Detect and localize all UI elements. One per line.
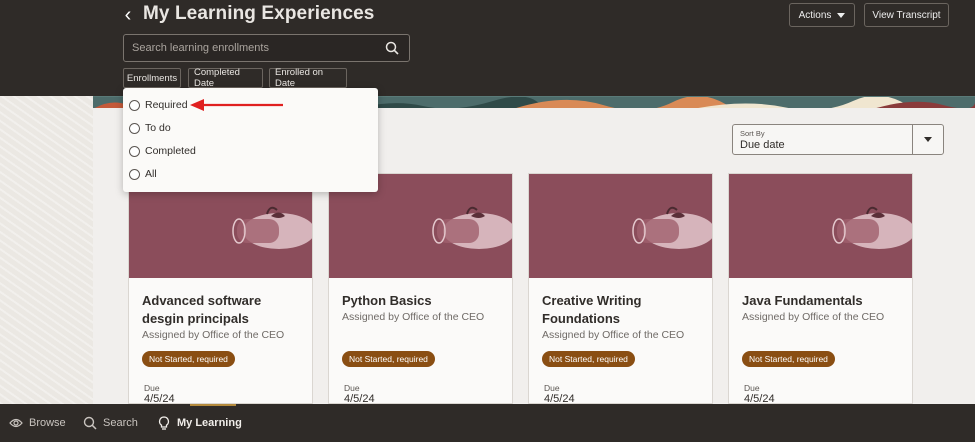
- option-completed[interactable]: Completed: [129, 142, 196, 160]
- nav-search[interactable]: Search: [83, 404, 138, 442]
- learning-card[interactable]: Python Basics Assigned by Office of the …: [328, 173, 513, 404]
- card-assigned-by: Assigned by Office of the CEO: [742, 311, 885, 323]
- option-label: To do: [145, 122, 171, 134]
- card-assigned-by: Assigned by Office of the CEO: [342, 311, 485, 323]
- radio-icon[interactable]: [129, 145, 140, 157]
- status-badge: Not Started, required: [342, 351, 435, 367]
- option-label: Completed: [145, 145, 196, 157]
- back-button[interactable]: ‹: [118, 4, 138, 26]
- background-pattern: [0, 96, 93, 404]
- filter-enrollments[interactable]: Enrollments: [123, 68, 181, 88]
- card-title[interactable]: Java Fundamentals: [742, 292, 902, 310]
- sort-divider: [912, 125, 913, 154]
- card-title[interactable]: Creative Writing Foundations: [542, 292, 702, 328]
- nav-my-learning[interactable]: My Learning: [157, 404, 242, 442]
- learning-card[interactable]: Creative Writing Foundations Assigned by…: [528, 173, 713, 404]
- filter-enrolled-on-date[interactable]: Enrolled on Date: [269, 67, 347, 89]
- sort-value: Due date: [740, 139, 785, 151]
- card-image: [529, 174, 712, 278]
- option-label: Required: [145, 99, 188, 111]
- page-header: ‹ My Learning Experiences Actions View T…: [0, 0, 975, 96]
- sort-by-select[interactable]: Sort By Due date: [732, 124, 944, 155]
- due-date: 4/5/24: [744, 393, 775, 404]
- radio-icon[interactable]: [129, 99, 140, 111]
- search-placeholder: Search learning enrollments: [132, 42, 269, 54]
- card-title[interactable]: Python Basics: [342, 292, 502, 310]
- apple-book-illustration: [632, 206, 712, 249]
- annotation-arrow-icon: [190, 99, 283, 111]
- card-image: [729, 174, 912, 278]
- eye-icon: [9, 418, 23, 428]
- apple-book-illustration: [832, 206, 912, 249]
- card-assigned-by: Assigned by Office of the CEO: [142, 329, 285, 341]
- search-input[interactable]: Search learning enrollments: [123, 34, 410, 62]
- status-badge: Not Started, required: [142, 351, 235, 367]
- nav-browse-label: Browse: [29, 417, 66, 429]
- option-all[interactable]: All: [129, 165, 157, 183]
- due-date: 4/5/24: [544, 393, 575, 404]
- search-icon: [83, 416, 97, 430]
- status-badge: Not Started, required: [742, 351, 835, 367]
- status-badge: Not Started, required: [542, 351, 635, 367]
- nav-search-label: Search: [103, 417, 138, 429]
- due-date: 4/5/24: [144, 393, 175, 404]
- lightbulb-icon: [158, 416, 170, 430]
- due-label: Due: [744, 383, 760, 393]
- due-label: Due: [544, 383, 560, 393]
- due-label: Due: [344, 383, 360, 393]
- sort-label: Sort By: [740, 129, 765, 138]
- option-to-do[interactable]: To do: [129, 119, 171, 137]
- nav-browse[interactable]: Browse: [9, 404, 66, 442]
- card-title[interactable]: Advanced software desgin principals: [142, 292, 302, 328]
- filter-completed-date[interactable]: Completed Date: [188, 67, 263, 89]
- option-label: All: [145, 168, 157, 180]
- bottom-navigation: Browse Search My Learning: [0, 404, 975, 442]
- radio-icon[interactable]: [129, 168, 140, 180]
- learning-card[interactable]: Advanced software desgin principals Assi…: [128, 173, 313, 404]
- card-assigned-by: Assigned by Office of the CEO: [542, 329, 685, 341]
- chevron-down-icon[interactable]: [924, 137, 932, 142]
- due-label: Due: [144, 383, 160, 393]
- option-required[interactable]: Required: [129, 96, 188, 114]
- search-icon[interactable]: [385, 41, 399, 55]
- view-transcript-button[interactable]: View Transcript: [864, 3, 949, 27]
- learning-card[interactable]: Java Fundamentals Assigned by Office of …: [728, 173, 913, 404]
- actions-label: Actions: [798, 9, 832, 21]
- nav-my-learning-label: My Learning: [177, 417, 242, 429]
- due-date: 4/5/24: [344, 393, 375, 404]
- radio-icon[interactable]: [129, 122, 140, 134]
- actions-button[interactable]: Actions: [789, 3, 855, 27]
- chevron-down-icon: [837, 12, 846, 18]
- page-title: My Learning Experiences: [143, 3, 375, 24]
- active-nav-indicator: [190, 404, 236, 406]
